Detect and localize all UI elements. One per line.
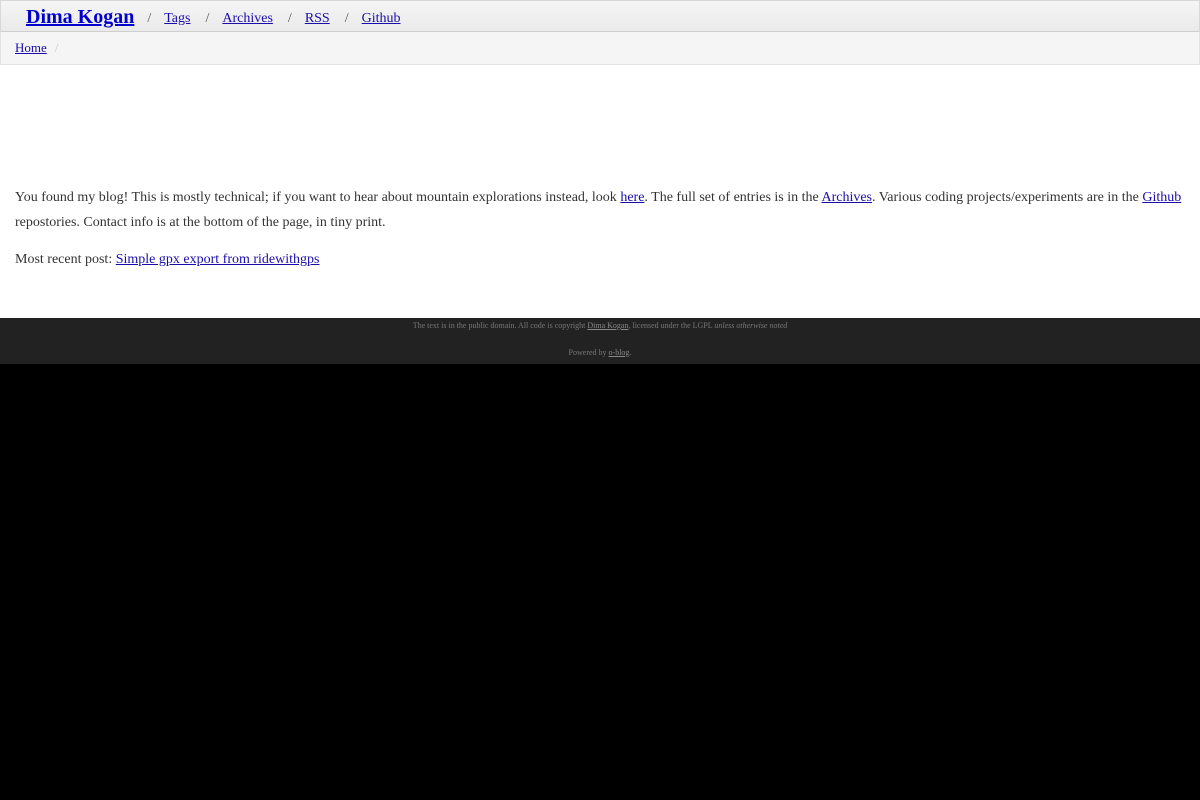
page: Dima Kogan / Tags / Archives / RSS / Git… [0,0,1200,364]
breadcrumb: Home / [0,32,1200,65]
footer-text: , licensed under the LGPL [628,321,715,330]
footer-copyright: The text is in the public domain. All co… [0,321,1200,330]
breadcrumb-home-link[interactable]: Home [15,40,47,56]
intro-text: repostories. Contact info is at the bott… [15,215,386,230]
powered-label: Powered by [568,348,609,357]
engine-link[interactable]: o-blog [609,348,630,357]
nav-separator: / [147,11,152,26]
top-navbar: Dima Kogan / Tags / Archives / RSS / Git… [0,0,1200,32]
nav-separator: / [205,11,210,26]
breadcrumb-divider: / [54,40,59,55]
recent-post-paragraph: Most recent post: Simple gpx export from… [15,247,1185,272]
footer-text: The text is in the public domain. All co… [412,321,588,330]
nav-tags-link[interactable]: Tags [164,9,190,29]
footer-powered-by: Powered by o-blog. [0,348,1200,357]
nav-rss-link[interactable]: RSS [305,9,330,29]
intro-text: . The full set of entries is in the [644,190,822,205]
nav-separator: / [344,11,349,26]
main-content: You found my blog! This is mostly techni… [0,65,1200,318]
here-link[interactable]: here [620,190,644,205]
footer-italic-note: unless otherwise noted [714,321,788,330]
footer-period: . [629,348,632,357]
intro-text: . Various coding projects/experiments ar… [872,190,1143,205]
nav-archives-link[interactable]: Archives [222,9,273,29]
archives-link[interactable]: Archives [821,190,872,205]
nav-separator: / [287,11,292,26]
recent-post-label: Most recent post: [15,252,116,267]
brand-link[interactable]: Dima Kogan [26,5,134,29]
footer-author-link[interactable]: Dima Kogan [587,321,628,330]
github-link[interactable]: Github [1142,190,1181,205]
intro-text: You found my blog! This is mostly techni… [15,190,621,205]
intro-paragraph: You found my blog! This is mostly techni… [15,185,1185,235]
nav-github-link[interactable]: Github [362,9,401,29]
footer: The text is in the public domain. All co… [0,318,1200,364]
recent-post-link[interactable]: Simple gpx export from ridewithgps [116,252,320,267]
